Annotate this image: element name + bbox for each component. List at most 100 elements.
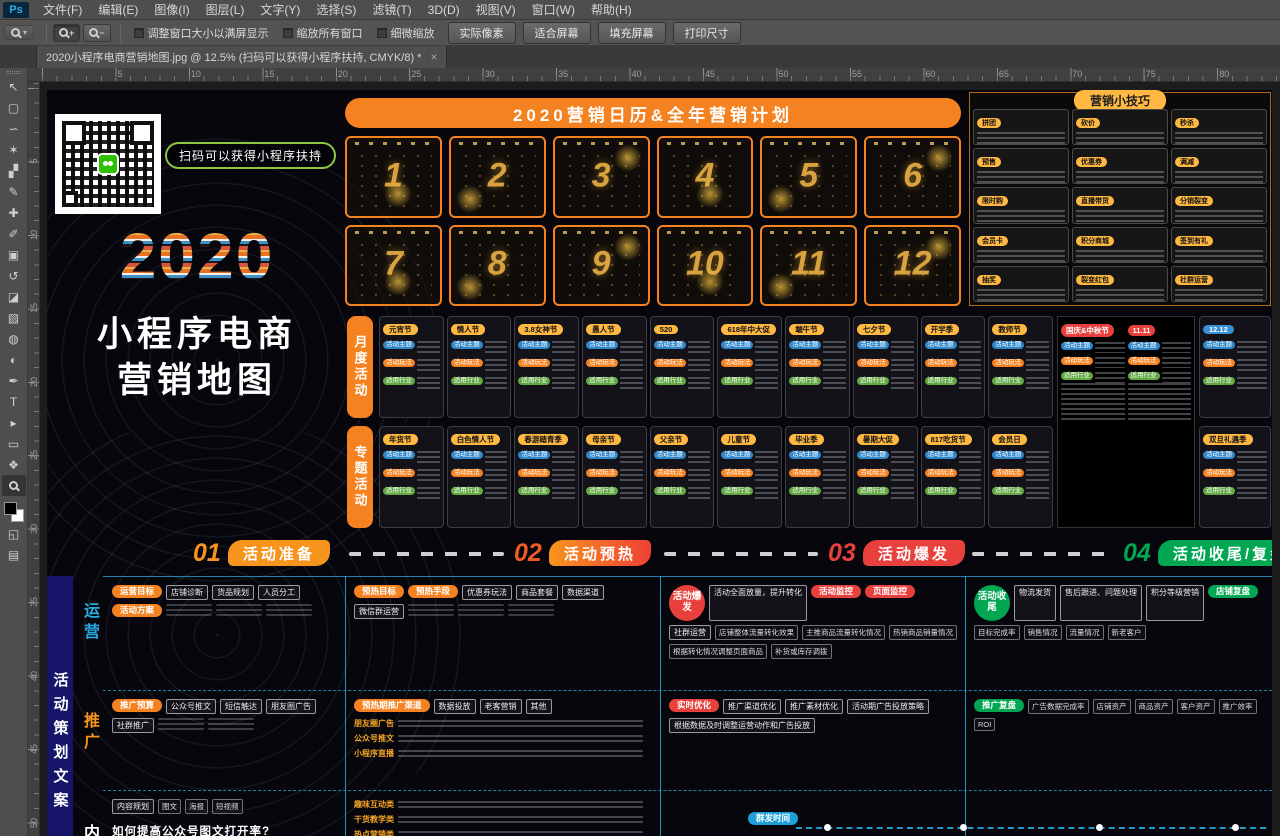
activity-label: 618年中大促 (721, 324, 776, 335)
field-label: 活动主题 (721, 451, 753, 459)
flow-pill: 预热手段 (408, 585, 458, 598)
lasso-tool[interactable]: ∽ (2, 118, 26, 139)
note-text (398, 750, 643, 757)
flow-cell-ops-2: 预热目标预热手段优惠券玩法商品套餐数据渠道微信群运营 (349, 580, 660, 688)
activity-label: 母亲节 (586, 434, 621, 445)
field-label: 适用行业 (654, 487, 686, 495)
menu-item-6[interactable]: 滤镜(T) (364, 0, 419, 20)
menu-item-8[interactable]: 视图(V) (468, 0, 524, 20)
flow-box: 积分等级营销 (1146, 585, 1204, 621)
flow-circle: 活动爆发 (669, 585, 705, 621)
field-text (1237, 451, 1267, 465)
month-number: 5 (762, 156, 855, 195)
history-brush-tool[interactable]: ↺ (2, 265, 26, 286)
palette-grip[interactable] (7, 71, 21, 74)
menu-item-10[interactable]: 帮助(H) (583, 0, 640, 20)
menu-item-5[interactable]: 选择(S) (308, 0, 364, 20)
zoom-tool[interactable] (2, 475, 26, 496)
field-text (688, 469, 711, 483)
activity-field: 活动主题 (654, 451, 711, 465)
checkbox-icon[interactable] (283, 28, 293, 38)
flow-cell-content-4 (969, 794, 1269, 836)
flow-box: 商品套餐 (516, 585, 558, 600)
checkbox-icon[interactable] (377, 28, 387, 38)
options-button-2[interactable]: 填充屏幕 (598, 22, 666, 44)
field-text (1162, 372, 1192, 383)
option-checkbox-2[interactable]: 细微缩放 (377, 25, 435, 41)
activity-field: 活动玩法 (383, 359, 440, 373)
field-text (1237, 487, 1267, 501)
activity-field: 适用行业 (992, 487, 1049, 501)
screen-mode-icon[interactable]: ▤ (2, 544, 26, 565)
pen-tool[interactable]: ✒ (2, 370, 26, 391)
eraser-tool[interactable]: ◪ (2, 286, 26, 307)
shape-tool[interactable]: ▭ (2, 433, 26, 454)
eyedropper-tool[interactable]: ✎ (2, 181, 26, 202)
menu-item-7[interactable]: 3D(D) (420, 0, 468, 20)
flow-box: 朋友圈广告 (266, 699, 316, 714)
weekday-row (563, 231, 640, 234)
checkbox-icon[interactable] (134, 28, 144, 38)
activity-label: 年货节 (383, 434, 418, 445)
field-label: 适用行业 (857, 377, 889, 385)
activity-field: 适用行业 (518, 377, 575, 391)
close-icon[interactable]: × (430, 50, 437, 64)
menu-item-4[interactable]: 文字(Y) (252, 0, 308, 20)
magic-wand-tool[interactable]: ✶ (2, 139, 26, 160)
poster-document: 扫码可以获得小程序扶持 2020 小程序电商 营销地图 2020营销日历&全年营… (47, 90, 1272, 836)
menu-item-1[interactable]: 编辑(E) (90, 0, 146, 20)
move-tool[interactable]: ↖ (2, 76, 26, 97)
activity-field: 适用行业 (451, 487, 508, 501)
type-tool[interactable]: T (2, 391, 26, 412)
options-button-3[interactable]: 打印尺寸 (673, 22, 741, 44)
marquee-tool[interactable]: ▢ (2, 97, 26, 118)
field-text (755, 341, 778, 355)
option-checkbox-0[interactable]: 调整窗口大小以满屏显示 (134, 25, 269, 41)
menu-item-0[interactable]: 文件(F) (35, 0, 90, 20)
field-text (891, 451, 914, 465)
gradient-tool[interactable]: ▧ (2, 307, 26, 328)
monthly-activities-label: 月度活动 (347, 316, 373, 418)
flow-box: 店铺诊断 (166, 585, 208, 600)
field-label: 活动主题 (518, 341, 550, 349)
activity-field: 活动玩法 (992, 359, 1049, 373)
menu-item-2[interactable]: 图像(I) (146, 0, 197, 20)
crop-tool[interactable]: ▞ (2, 160, 26, 181)
ruler-number: 45 (705, 69, 715, 79)
menu-item-3[interactable]: 图层(L) (198, 0, 253, 20)
zoom-tool-preset[interactable]: ▾ (4, 25, 34, 40)
ruler-number: 10 (191, 69, 201, 79)
options-button-1[interactable]: 适合屏幕 (523, 22, 591, 44)
flow-box: 根据数据及时调整运营动作和广告投放 (669, 718, 815, 733)
highlight-label: 国庆&中秋节 (1061, 324, 1114, 337)
zoom-in-button[interactable]: + (53, 24, 80, 42)
quick-mask-icon[interactable]: ◱ (2, 523, 26, 544)
options-button-0[interactable]: 实际像素 (448, 22, 516, 44)
hand-tool[interactable]: ❖ (2, 454, 26, 475)
foreground-color-swatch[interactable] (4, 502, 17, 515)
flow-note: 热点营销类 (354, 829, 643, 836)
activity-label: 情人节 (451, 324, 486, 335)
blur-tool[interactable]: ◍ (2, 328, 26, 349)
ruler-corner (28, 68, 40, 82)
activity-label: 父亲节 (654, 434, 689, 445)
activity-field: 适用行业 (1061, 372, 1125, 383)
clone-stamp-tool[interactable]: ▣ (2, 244, 26, 265)
zoom-out-button[interactable]: − (83, 24, 110, 42)
flow-box: 店铺整体流量转化效果 (715, 625, 798, 640)
document-tab[interactable]: 2020小程序电商营销地图.jpg @ 12.5% (扫码可以获得小程序扶持, … (36, 46, 447, 68)
vertical-ruler[interactable]: 5101520253035404550 (28, 82, 40, 836)
brush-tool[interactable]: ✐ (2, 223, 26, 244)
tip-card: 分销裂变 (1171, 187, 1267, 223)
color-swatches[interactable] (3, 501, 25, 523)
path-selection-tool[interactable]: ▸ (2, 412, 26, 433)
dodge-tool[interactable]: ◐ (2, 349, 26, 370)
menu-item-9[interactable]: 窗口(W) (524, 0, 583, 20)
field-label: 活动主题 (451, 341, 483, 349)
canvas-area[interactable]: 扫码可以获得小程序扶持 2020 小程序电商 营销地图 2020营销日历&全年营… (40, 82, 1280, 836)
healing-brush-tool[interactable]: ✚ (2, 202, 26, 223)
field-text (891, 487, 914, 501)
horizontal-ruler[interactable]: 5101520253035404550556065707580 (28, 68, 1280, 82)
ruler-number: 25 (411, 69, 421, 79)
option-checkbox-1[interactable]: 缩放所有窗口 (283, 25, 363, 41)
